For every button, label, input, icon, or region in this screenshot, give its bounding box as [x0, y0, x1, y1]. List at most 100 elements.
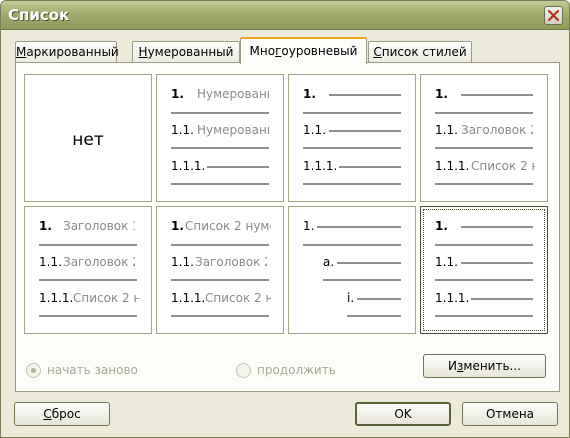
- level-3-text: Список 2 н: [205, 291, 271, 305]
- level-1-number: 1.: [303, 87, 316, 101]
- preview-line: [303, 183, 401, 185]
- tab-bulleted[interactable]: Маркированный: [15, 41, 119, 63]
- preset-outline-headings[interactable]: 1. 1.1. Заголовок 2 1.1.1. Список 2 н: [420, 74, 548, 202]
- level-2-number: a.: [323, 255, 335, 269]
- reset-label-post: брос: [51, 407, 81, 421]
- modify-label-post: менить...: [463, 359, 521, 373]
- preview-line: [435, 315, 533, 317]
- preview-line: [303, 244, 401, 246]
- level-3-number: 1.1.1.: [39, 291, 74, 305]
- level-3-number: 1.1.1.: [171, 159, 206, 173]
- ok-button[interactable]: OK: [355, 402, 451, 426]
- preview-line: [171, 112, 269, 114]
- preview-line: [435, 244, 533, 246]
- multilevel-panel: нет 1. Нумерованн 1.1. Нумерованн 1.1.1.…: [15, 62, 560, 392]
- none-label: нет: [72, 130, 104, 150]
- preview-line: [39, 244, 137, 246]
- preview-line: [39, 315, 137, 317]
- level-3-number: 1.1.1.: [435, 159, 470, 173]
- level-1-number: 1.: [435, 87, 448, 101]
- tab-multilevel[interactable]: Многоуровневый: [240, 37, 367, 64]
- level-2-text: Заголовок 2: [195, 255, 267, 269]
- preview-line: [461, 226, 533, 228]
- preset-heading-levels[interactable]: 1. Заголовок 1 1.1. Заголовок 2 1.1.1. С…: [24, 206, 152, 334]
- tab-label-post: оуровневый: [281, 44, 358, 58]
- level-3-text: Список 2 н: [73, 291, 139, 305]
- title-bar[interactable]: Список: [1, 1, 569, 30]
- close-icon: [548, 10, 559, 21]
- level-2-text: Нумерованн: [197, 123, 269, 137]
- level-1-number: 1.: [39, 219, 52, 233]
- level-1-text: Заголовок 1: [63, 219, 135, 233]
- restart-numbering-label: начать заново: [47, 363, 138, 377]
- level-1-text: Нумерованн: [197, 87, 269, 101]
- preview-line: [171, 183, 269, 185]
- preview-line: [303, 147, 401, 149]
- tab-label-accel: Н: [138, 45, 148, 59]
- radio-circle: [26, 363, 41, 378]
- level-1-text: Список 2 нуме: [185, 219, 271, 233]
- level-1-number: 1.: [435, 219, 448, 233]
- level-2-text: Заголовок 2: [461, 123, 533, 137]
- preset-numbered-outline[interactable]: 1. 1.1. 1.1.1.: [288, 74, 416, 202]
- preview-line: [39, 279, 137, 281]
- preview-line: [329, 94, 401, 96]
- ok-label: OK: [394, 407, 412, 421]
- tab-label-post: умерованный: [147, 45, 234, 59]
- preview-line: [337, 262, 401, 264]
- tab-label-accel: С: [373, 45, 382, 59]
- level-3-number: 1.1.1.: [303, 159, 338, 173]
- tab-list-styles[interactable]: Список стилей: [368, 41, 472, 63]
- preview-line: [171, 147, 269, 149]
- preview-line: [171, 315, 269, 317]
- window-title: Список: [8, 6, 70, 24]
- level-1-number: 1.: [303, 219, 315, 233]
- tab-label-post: аркированный: [26, 45, 119, 59]
- close-button[interactable]: [544, 6, 563, 25]
- level-2-number: 1.1.: [303, 123, 326, 137]
- preview-line: [171, 244, 269, 246]
- preview-line: [357, 298, 401, 300]
- preview-line: [323, 279, 401, 281]
- preview-line: [317, 226, 401, 228]
- level-3-number: 1.1.1.: [435, 291, 470, 305]
- tab-numbered[interactable]: Нумерованный: [132, 41, 240, 63]
- level-2-text: Заголовок 2: [63, 255, 135, 269]
- preview-line: [461, 262, 533, 264]
- preview-line: [303, 112, 401, 114]
- preview-line: [435, 183, 533, 185]
- preset-mixed-outline[interactable]: 1. a. i.: [288, 206, 416, 334]
- preview-line: [207, 166, 269, 168]
- radio-circle: [236, 363, 251, 378]
- modify-button[interactable]: Изменить...: [423, 354, 546, 378]
- preset-legal-outline[interactable]: 1. 1.1. 1.1.1.: [420, 206, 548, 334]
- preview-line: [471, 298, 533, 300]
- reset-button[interactable]: Сброс: [14, 402, 110, 426]
- preview-line: [329, 130, 401, 132]
- preview-line: [339, 166, 401, 168]
- tab-label-post: писок стилей: [381, 45, 467, 59]
- level-3-text: Список 2 н: [471, 159, 535, 173]
- level-3-number: 1.1.1.: [171, 291, 206, 305]
- preview-line: [347, 315, 401, 317]
- preview-line: [171, 279, 269, 281]
- preview-line: [435, 147, 533, 149]
- radio-dot: [31, 368, 36, 373]
- preset-none[interactable]: нет: [24, 74, 152, 202]
- cancel-button[interactable]: Отмена: [462, 402, 558, 426]
- level-2-number: 1.1.: [171, 123, 194, 137]
- level-1-number: 1.: [171, 87, 184, 101]
- level-2-number: 1.1.: [435, 123, 458, 137]
- level-2-number: 1.1.: [39, 255, 62, 269]
- preview-line: [461, 94, 533, 96]
- tab-label-accel: М: [16, 45, 27, 59]
- level-2-number: 1.1.: [171, 255, 194, 269]
- level-2-number: 1.1.: [435, 255, 458, 269]
- preview-line: [435, 279, 533, 281]
- list-dialog: Список Маркированный Нумерованный Многоу…: [0, 0, 570, 438]
- cancel-label: Отмена: [485, 407, 535, 421]
- modify-label-pre: И: [448, 359, 457, 373]
- tab-label-pre: Мно: [249, 44, 276, 58]
- preset-numbered-headings[interactable]: 1. Нумерованн 1.1. Нумерованн 1.1.1.: [156, 74, 284, 202]
- preset-list-headings[interactable]: 1. Список 2 нуме 1.1. Заголовок 2 1.1.1.…: [156, 206, 284, 334]
